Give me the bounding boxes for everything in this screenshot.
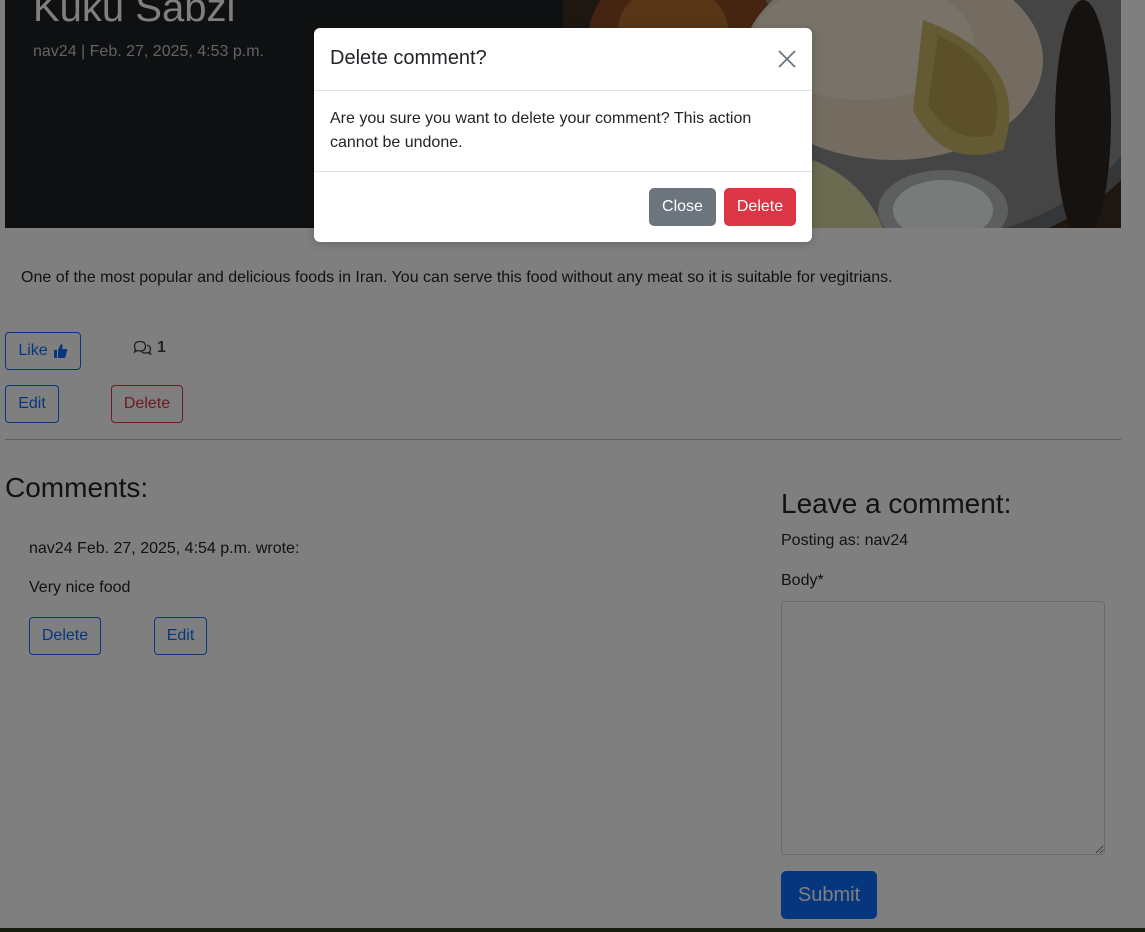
- modal-title: Delete comment?: [330, 47, 487, 69]
- close-icon[interactable]: [776, 48, 798, 70]
- modal-delete-button[interactable]: Delete: [724, 188, 796, 226]
- modal-footer: Close Delete: [314, 171, 812, 242]
- modal-header: Delete comment?: [314, 28, 812, 91]
- modal-message: Are you sure you want to delete your com…: [330, 110, 752, 151]
- delete-comment-modal: Delete comment? Are you sure you want to…: [314, 28, 812, 242]
- modal-close-button[interactable]: Close: [649, 188, 716, 226]
